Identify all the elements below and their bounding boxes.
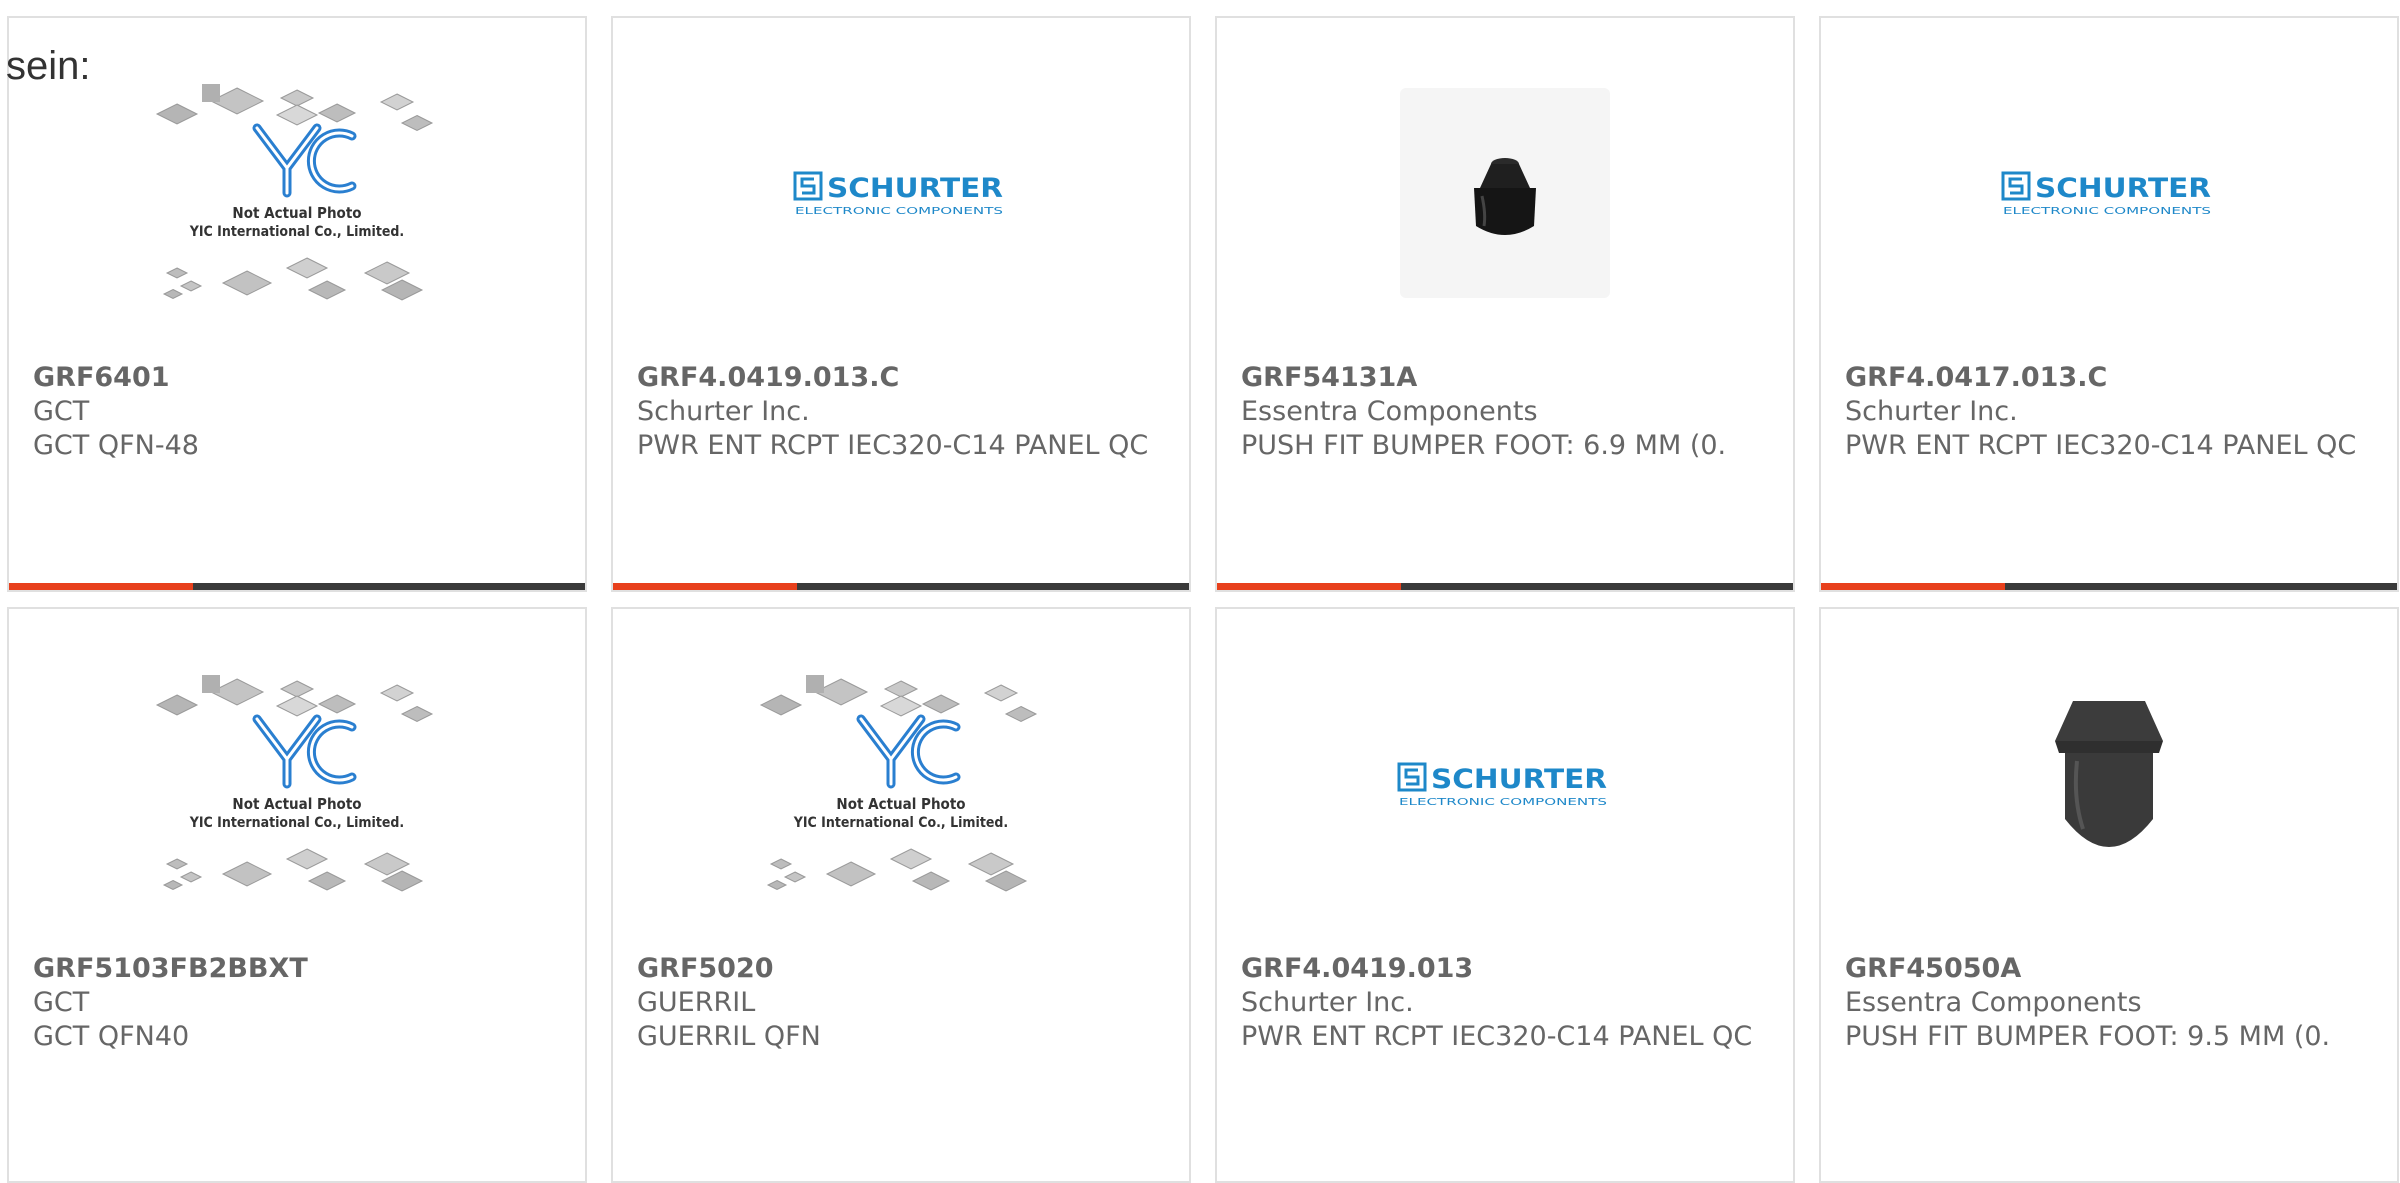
- product-photo: SCHURTER ELECTRONIC COMPONENTS: [1397, 762, 1607, 808]
- card-bar: [1821, 583, 2397, 590]
- product-info: GRF54131A Essentra Components PUSH FIT B…: [1241, 361, 1769, 463]
- card-bar: [9, 583, 585, 590]
- description: PUSH FIT BUMPER FOOT: 6.9 MM (0.: [1241, 430, 1727, 461]
- product-info: GRF4.0419.013.C Schurter Inc. PWR ENT RC…: [637, 361, 1165, 463]
- product-info: GRF5103FB2BBXT GCT GCT QFN40: [33, 952, 561, 1054]
- product-info: GRF45050A Essentra Components PUSH FIT B…: [1845, 952, 2373, 1054]
- product-image[interactable]: Not Actual Photo YIC International Co., L…: [9, 609, 585, 959]
- chip-cluster-top: [759, 675, 1038, 723]
- card-bar-accent: [9, 583, 193, 590]
- manufacturer: Essentra Components: [1241, 396, 1538, 427]
- product-image[interactable]: Not Actual Photo YIC International Co., L…: [9, 18, 585, 368]
- product-image[interactable]: Not Actual Photo YIC International Co., L…: [613, 609, 1189, 959]
- product-image[interactable]: SCHURTER ELECTRONIC COMPONENTS: [1821, 18, 2397, 368]
- chip-cluster-bottom: [766, 848, 1028, 892]
- product-photo: [1400, 88, 1610, 298]
- product-card[interactable]: SCHURTER ELECTRONIC COMPONENTS GRF4.0419.…: [611, 16, 1191, 592]
- lead-text: sein:: [6, 44, 91, 88]
- manufacturer: Schurter Inc.: [1845, 396, 2018, 427]
- part-number[interactable]: GRF54131A: [1241, 361, 1769, 395]
- schurter-brand: SCHURTER: [2035, 173, 2211, 204]
- manufacturer: Schurter Inc.: [637, 396, 810, 427]
- product-info: GRF4.0417.013.C Schurter Inc. PWR ENT RC…: [1845, 361, 2373, 463]
- card-bar: [1217, 583, 1793, 590]
- description: GCT QFN-48: [33, 430, 199, 461]
- description: PWR ENT RCPT IEC320-C14 PANEL QC: [637, 430, 1149, 461]
- product-photo: SCHURTER ELECTRONIC COMPONENTS: [793, 171, 1003, 217]
- description: GUERRIL QFN: [637, 1021, 821, 1052]
- product-image[interactable]: SCHURTER ELECTRONIC COMPONENTS: [613, 18, 1189, 368]
- placeholder-company: YIC International Co., Limited.: [189, 224, 404, 240]
- product-info: GRF4.0419.013 Schurter Inc. PWR ENT RCPT…: [1241, 952, 1769, 1054]
- card-bar-accent: [1217, 583, 1401, 590]
- schurter-tagline: ELECTRONIC COMPONENTS: [1399, 797, 1607, 808]
- product-image[interactable]: [1217, 18, 1793, 368]
- manufacturer: GCT: [33, 396, 90, 427]
- product-info: GRF6401 GCT GCT QFN-48: [33, 361, 561, 463]
- placeholder-note: Not Actual Photo: [232, 204, 361, 222]
- manufacturer: GCT: [33, 987, 90, 1018]
- card-bar-accent: [1821, 583, 2005, 590]
- part-number[interactable]: GRF5020: [637, 952, 1165, 986]
- part-number[interactable]: GRF4.0417.013.C: [1845, 361, 2373, 395]
- chip-cluster-top: [155, 84, 434, 132]
- placeholder-company: YIC International Co., Limited.: [793, 815, 1008, 831]
- manufacturer: Schurter Inc.: [1241, 987, 1414, 1018]
- product-card[interactable]: SCHURTER ELECTRONIC COMPONENTS GRF4.0417.…: [1819, 16, 2399, 592]
- schurter-logo: SCHURTER ELECTRONIC COMPONENTS: [2001, 171, 2211, 217]
- product-card[interactable]: Not Actual Photo YIC International Co., L…: [7, 16, 587, 592]
- manufacturer: GUERRIL: [637, 987, 756, 1018]
- schurter-brand: SCHURTER: [827, 173, 1003, 204]
- manufacturer: Essentra Components: [1845, 987, 2142, 1018]
- product-info: GRF5020 GUERRIL GUERRIL QFN: [637, 952, 1165, 1054]
- description: PWR ENT RCPT IEC320-C14 PANEL QC: [1845, 430, 2357, 461]
- yic-logo: [252, 714, 357, 789]
- description: GCT QFN40: [33, 1021, 190, 1052]
- product-card[interactable]: GRF45050A Essentra Components PUSH FIT B…: [1819, 607, 2399, 1183]
- product-card[interactable]: GRF54131A Essentra Components PUSH FIT B…: [1215, 16, 1795, 592]
- yic-logo: [856, 714, 961, 789]
- product-image[interactable]: SCHURTER ELECTRONIC COMPONENTS: [1217, 609, 1793, 959]
- chip-cluster-top: [155, 675, 434, 723]
- product-card[interactable]: SCHURTER ELECTRONIC COMPONENTS GRF4.0419.…: [1215, 607, 1795, 1183]
- product-photo: [2055, 701, 2163, 847]
- schurter-brand: SCHURTER: [1431, 764, 1607, 795]
- card-bar-accent: [613, 583, 797, 590]
- placeholder-company: YIC International Co., Limited.: [189, 815, 404, 831]
- part-number[interactable]: GRF45050A: [1845, 952, 2373, 986]
- placeholder-note: Not Actual Photo: [836, 795, 965, 813]
- schurter-tagline: ELECTRONIC COMPONENTS: [795, 206, 1003, 217]
- yic-logo: [252, 123, 357, 198]
- description: PUSH FIT BUMPER FOOT: 9.5 MM (0.: [1845, 1021, 2331, 1052]
- product-photo: Not Actual Photo YIC International Co., L…: [759, 675, 1038, 892]
- part-number[interactable]: GRF4.0419.013: [1241, 952, 1769, 986]
- product-photo: SCHURTER ELECTRONIC COMPONENTS: [2001, 171, 2211, 217]
- part-number[interactable]: GRF4.0419.013.C: [637, 361, 1165, 395]
- description: PWR ENT RCPT IEC320-C14 PANEL QC: [1241, 1021, 1753, 1052]
- part-number[interactable]: GRF5103FB2BBXT: [33, 952, 561, 986]
- product-photo: Not Actual Photo YIC International Co., L…: [155, 84, 434, 301]
- product-image[interactable]: [1821, 609, 2397, 959]
- card-bar: [613, 583, 1189, 590]
- schurter-tagline: ELECTRONIC COMPONENTS: [2003, 206, 2211, 217]
- chip-cluster-bottom: [162, 848, 424, 892]
- product-photo: Not Actual Photo YIC International Co., L…: [155, 675, 434, 892]
- chip-cluster-bottom: [162, 257, 424, 301]
- product-grid: Not Actual Photo YIC International Co., L…: [0, 0, 2400, 1183]
- product-card[interactable]: Not Actual Photo YIC International Co., L…: [611, 607, 1191, 1183]
- product-card[interactable]: Not Actual Photo YIC International Co., L…: [7, 607, 587, 1183]
- part-number[interactable]: GRF6401: [33, 361, 561, 395]
- schurter-logo: SCHURTER ELECTRONIC COMPONENTS: [1397, 762, 1607, 808]
- schurter-logo: SCHURTER ELECTRONIC COMPONENTS: [793, 171, 1003, 217]
- placeholder-note: Not Actual Photo: [232, 795, 361, 813]
- bumper-foot-icon: [2055, 701, 2163, 847]
